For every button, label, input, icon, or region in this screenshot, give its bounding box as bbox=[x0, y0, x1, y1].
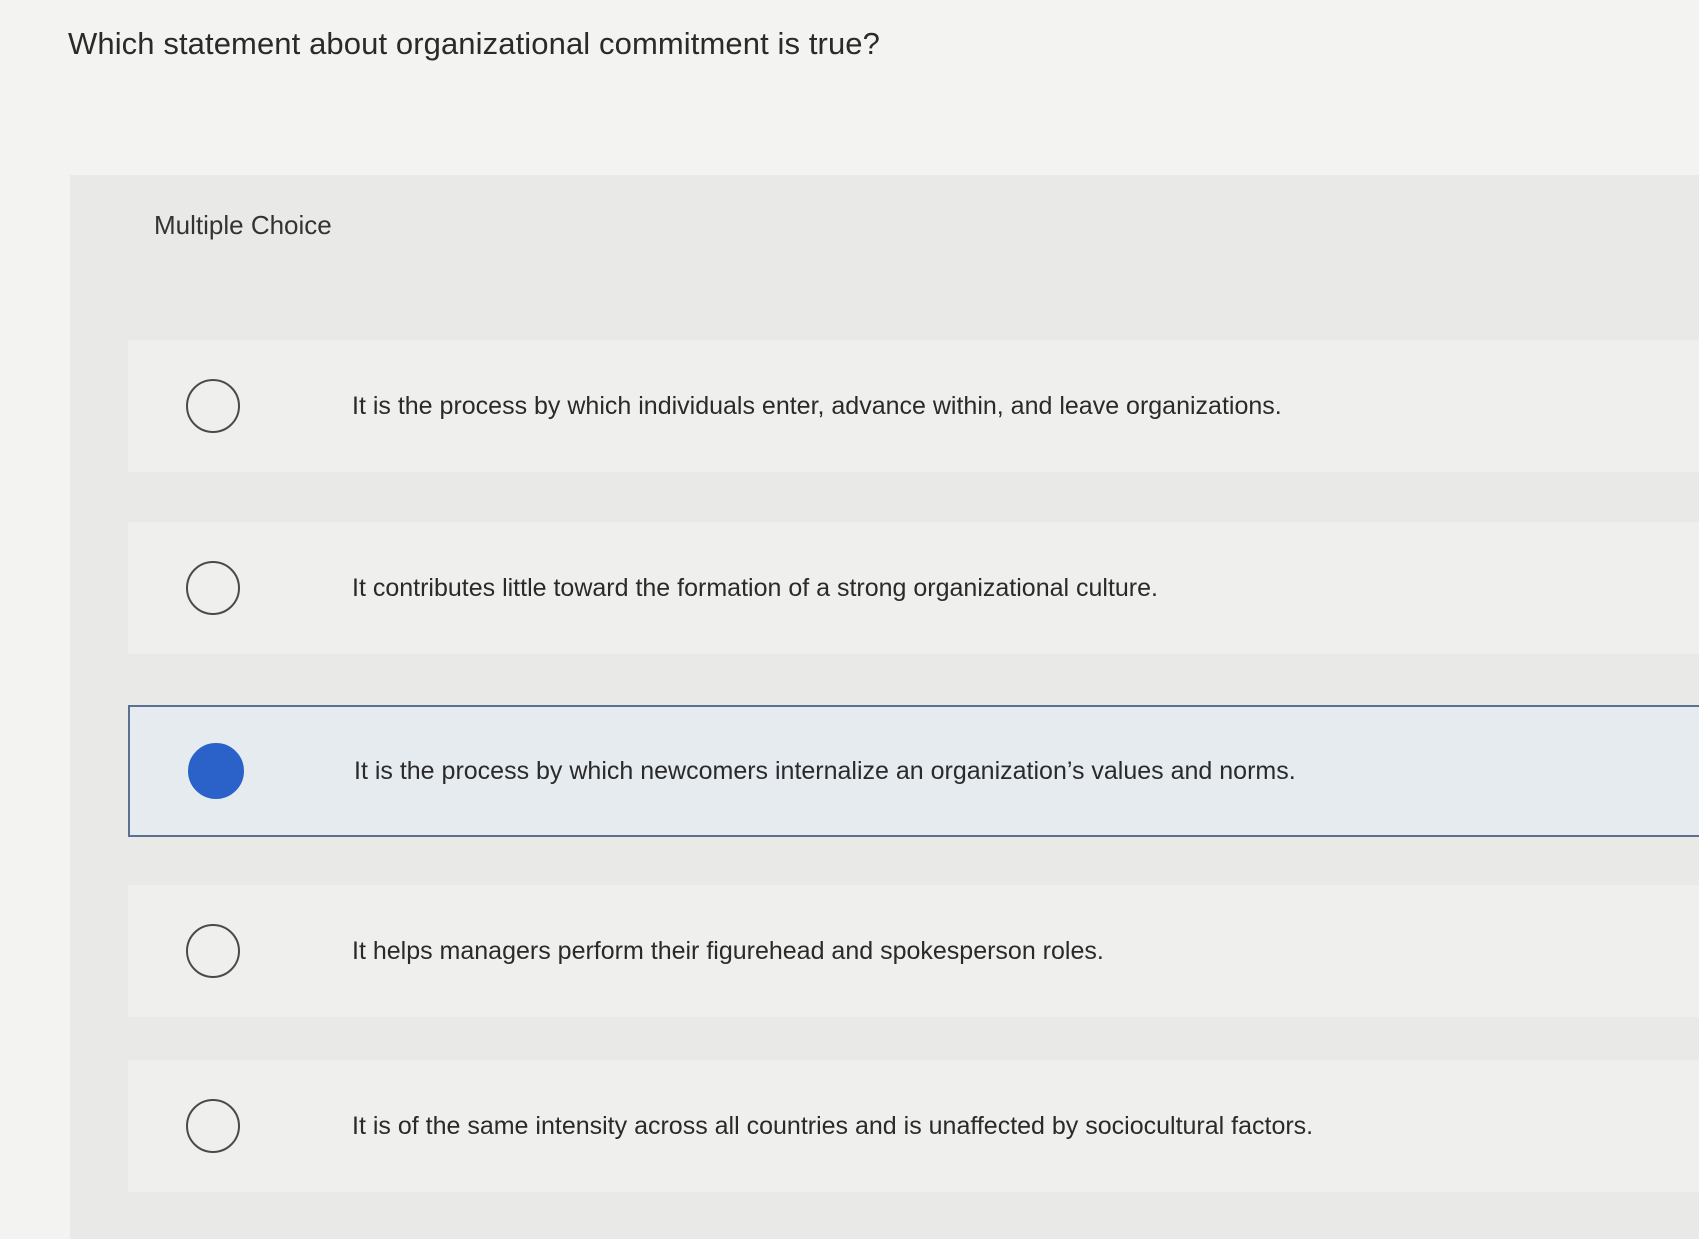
radio-button[interactable] bbox=[186, 379, 240, 433]
option-label: It is the process by which individuals e… bbox=[352, 391, 1282, 420]
option-2[interactable]: It contributes little toward the formati… bbox=[128, 522, 1699, 654]
option-label: It is the process by which newcomers int… bbox=[354, 756, 1296, 785]
radio-button-selected[interactable] bbox=[188, 743, 244, 799]
option-label: It helps managers perform their figurehe… bbox=[352, 936, 1104, 965]
panel-label: Multiple Choice bbox=[154, 210, 332, 240]
multiple-choice-panel: Multiple Choice It is the process by whi… bbox=[70, 175, 1699, 1239]
option-3[interactable]: It is the process by which newcomers int… bbox=[128, 705, 1699, 837]
option-1[interactable]: It is the process by which individuals e… bbox=[128, 340, 1699, 472]
option-4[interactable]: It helps managers perform their figurehe… bbox=[128, 885, 1699, 1017]
radio-button[interactable] bbox=[186, 561, 240, 615]
radio-button[interactable] bbox=[186, 1099, 240, 1153]
option-label: It is of the same intensity across all c… bbox=[352, 1111, 1314, 1140]
question-text: Which statement about organizational com… bbox=[68, 26, 880, 61]
radio-button[interactable] bbox=[186, 924, 240, 978]
option-label: It contributes little toward the formati… bbox=[352, 573, 1158, 602]
option-5[interactable]: It is of the same intensity across all c… bbox=[128, 1060, 1699, 1192]
